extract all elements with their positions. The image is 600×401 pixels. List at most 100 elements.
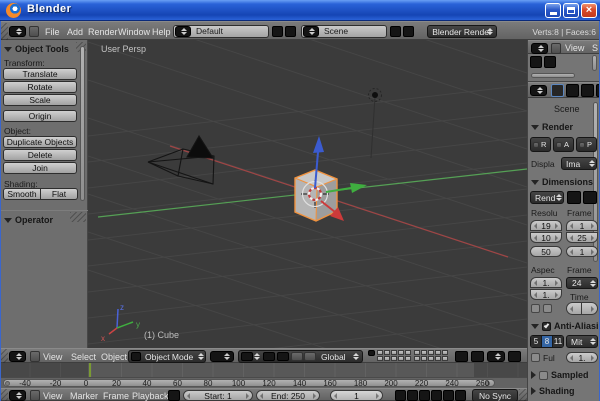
crop-checkbox[interactable] bbox=[543, 304, 552, 313]
preset-add-button[interactable] bbox=[567, 191, 581, 204]
antialiasing-checkbox[interactable] bbox=[542, 322, 551, 331]
timeline-frame-menu[interactable]: Frame bbox=[103, 391, 129, 401]
rotate-button[interactable]: Rotate bbox=[3, 81, 77, 93]
menu-file[interactable]: File bbox=[45, 27, 60, 38]
tab-scene[interactable] bbox=[566, 84, 579, 97]
play-button[interactable] bbox=[431, 390, 442, 401]
pivot-point-icon[interactable] bbox=[241, 352, 253, 361]
frame-start-field[interactable]: 1 bbox=[566, 220, 598, 231]
preset-delete-button[interactable] bbox=[583, 191, 597, 204]
proportional-edit-icon[interactable] bbox=[471, 351, 484, 362]
timeline-band[interactable] bbox=[0, 363, 527, 377]
orientation-value[interactable]: Global bbox=[321, 352, 346, 362]
scrollbar-knob-left[interactable] bbox=[5, 381, 10, 386]
view-menu[interactable]: View bbox=[43, 352, 62, 363]
object-tools-panel-header[interactable]: Object Tools bbox=[4, 44, 69, 54]
scene-add-button[interactable] bbox=[390, 26, 401, 37]
layer-lock-icon[interactable] bbox=[368, 350, 375, 356]
dimensions-panel-header[interactable]: Dimensions bbox=[531, 177, 593, 187]
render-play-button[interactable]: P bbox=[576, 137, 597, 152]
aa-samples-5[interactable]: 5 bbox=[531, 336, 542, 347]
play-reverse-button[interactable] bbox=[419, 390, 430, 401]
screen-layout-dropdown[interactable]: Default bbox=[173, 25, 269, 38]
menu-window[interactable]: Window bbox=[118, 27, 150, 38]
tool-shelf-scrollbar[interactable] bbox=[80, 46, 85, 201]
blender-menu-icon[interactable] bbox=[29, 26, 39, 37]
editor-type-selector[interactable] bbox=[530, 85, 547, 96]
shading-panel-header[interactable]: Shading bbox=[531, 386, 575, 396]
sampled-checkbox[interactable] bbox=[539, 371, 548, 380]
minimize-button[interactable] bbox=[545, 3, 561, 18]
render-preset-dropdown[interactable]: Rend bbox=[530, 191, 564, 204]
resize-grip-icon[interactable] bbox=[519, 389, 527, 401]
header-menu-icon[interactable] bbox=[30, 390, 40, 401]
flat-button[interactable]: Flat bbox=[41, 188, 78, 200]
menu-render[interactable]: Render bbox=[88, 27, 118, 38]
fps-dropdown[interactable]: 24 bbox=[566, 277, 598, 289]
border-checkbox[interactable] bbox=[531, 304, 540, 313]
start-frame-field[interactable]: Start: 1 bbox=[183, 390, 253, 401]
header-menu-icon[interactable] bbox=[551, 43, 561, 54]
increment-icon[interactable] bbox=[246, 393, 249, 399]
panel-grip-icon[interactable] bbox=[70, 212, 86, 222]
aa-samples-8[interactable]: 8 bbox=[542, 336, 553, 347]
frame-step-field[interactable]: 1 bbox=[566, 246, 598, 257]
outliner-view-menu[interactable]: View bbox=[565, 43, 584, 54]
title-bar[interactable]: Blender × bbox=[0, 0, 600, 21]
close-button[interactable]: × bbox=[581, 3, 597, 18]
outliner-v-scrollbar[interactable] bbox=[592, 55, 597, 71]
join-button[interactable]: Join bbox=[3, 162, 77, 174]
manipulator-toggle-icon[interactable] bbox=[263, 352, 275, 361]
editor-type-selector[interactable] bbox=[9, 351, 26, 362]
time-new-field[interactable] bbox=[582, 302, 598, 315]
header-menu-icon[interactable] bbox=[30, 351, 40, 362]
viewport-shading-dropdown[interactable] bbox=[210, 351, 234, 362]
aspect-y-field[interactable]: 1. bbox=[530, 289, 562, 300]
aa-filter-dropdown[interactable]: Mit bbox=[566, 335, 598, 348]
layout-add-button[interactable] bbox=[272, 26, 283, 37]
operator-panel-header[interactable]: Operator bbox=[4, 215, 53, 225]
tab-render[interactable] bbox=[551, 84, 564, 97]
lamp-object[interactable] bbox=[369, 89, 382, 159]
render-image-button[interactable]: R bbox=[530, 137, 551, 152]
resize-grip-icon[interactable] bbox=[0, 389, 8, 401]
camera-object[interactable] bbox=[148, 136, 214, 184]
decrement-icon[interactable] bbox=[187, 393, 190, 399]
current-frame-line[interactable] bbox=[89, 363, 91, 377]
resize-grip-icon[interactable] bbox=[0, 23, 8, 40]
scale-manipulator-icon[interactable] bbox=[304, 352, 316, 361]
timeline-marker-menu[interactable]: Marker bbox=[70, 391, 98, 401]
render-opengl-icon[interactable] bbox=[508, 351, 521, 362]
editor-type-selector[interactable] bbox=[9, 390, 26, 401]
layout-delete-button[interactable] bbox=[285, 26, 296, 37]
translate-button[interactable]: Translate bbox=[3, 68, 77, 80]
timeline-view-menu[interactable]: View bbox=[43, 391, 62, 401]
resolution-x-field[interactable]: 19 bbox=[530, 220, 562, 231]
frame-end-field[interactable]: 25 bbox=[566, 232, 598, 243]
select-menu[interactable]: Select bbox=[71, 352, 96, 363]
layer-grid-2[interactable] bbox=[414, 350, 448, 361]
rotate-manipulator-icon[interactable] bbox=[291, 352, 303, 361]
duplicate-objects-button[interactable]: Duplicate Objects bbox=[3, 136, 77, 148]
scale-button[interactable]: Scale bbox=[3, 94, 77, 106]
menu-add[interactable]: Add bbox=[67, 27, 83, 38]
origin-button[interactable]: Origin bbox=[3, 110, 77, 122]
scene-delete-button[interactable] bbox=[403, 26, 414, 37]
display-dropdown[interactable]: Ima bbox=[561, 157, 597, 170]
jump-to-start-button[interactable] bbox=[395, 390, 406, 401]
smooth-button[interactable]: Smooth bbox=[3, 188, 41, 200]
mini-axis-gizmo[interactable]: z y x bbox=[101, 303, 140, 343]
render-panel-header[interactable]: Render bbox=[531, 122, 573, 132]
outliner-item-icon[interactable] bbox=[530, 56, 542, 68]
end-frame-field[interactable]: End: 250 bbox=[256, 390, 320, 401]
snap-dropdown[interactable] bbox=[487, 351, 505, 362]
layer-grid-1[interactable] bbox=[377, 350, 411, 361]
y-arrow-icon[interactable] bbox=[350, 183, 367, 193]
jump-to-end-button[interactable] bbox=[455, 390, 466, 401]
render-animation-button[interactable]: A bbox=[553, 137, 574, 152]
outliner-h-scrollbar[interactable] bbox=[531, 73, 575, 78]
object-menu[interactable]: Object bbox=[101, 352, 127, 363]
menu-help[interactable]: Help bbox=[152, 27, 171, 38]
z-arrow-icon[interactable] bbox=[313, 136, 324, 153]
aspect-x-field[interactable]: 1. bbox=[530, 277, 562, 288]
